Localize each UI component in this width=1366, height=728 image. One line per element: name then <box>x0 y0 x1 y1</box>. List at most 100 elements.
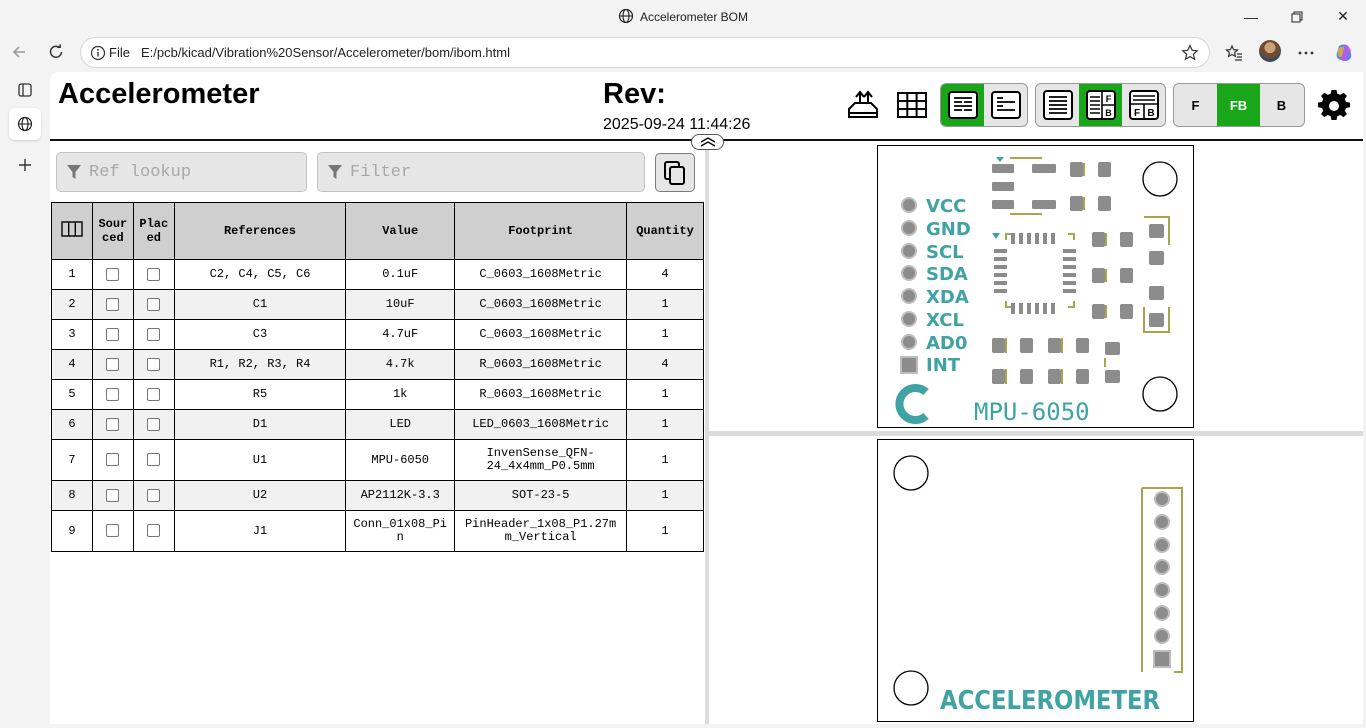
row-number: 9 <box>51 510 93 552</box>
sourced-header-line1: Sour <box>98 217 128 231</box>
ibom-topbar: Accelerometer Rev: 2025-09-24 11:44:26 F… <box>50 72 1363 141</box>
footprint-cell: R_0603_1608Metric <box>454 379 628 410</box>
sourced-header[interactable]: Sour ced <box>91 202 134 260</box>
pin-pads <box>900 197 918 374</box>
sourced-checkbox[interactable] <box>106 357 120 371</box>
filter-input[interactable]: Filter <box>317 152 645 192</box>
table-row[interactable]: 7 U1 MPU-6050 InvenSense_QFN- 24_4x4mm_P0… <box>51 439 704 481</box>
maximize-button[interactable] <box>1274 0 1320 33</box>
bom-ungrouped-button[interactable] <box>984 84 1027 126</box>
value-cell: 4.7k <box>345 349 456 380</box>
mounting-hole <box>893 455 929 491</box>
value-cell: Conn_01x08_Pi n <box>345 510 456 552</box>
placed-cell <box>132 259 175 290</box>
footprint-line: PinHeader_1x08_P1.27m <box>464 517 617 531</box>
layout-bom-top-button[interactable]: FB <box>1122 84 1165 126</box>
horizontal-splitter[interactable] <box>709 431 1363 436</box>
ungrouped-list-icon <box>990 91 1021 119</box>
settings-button[interactable] <box>1314 86 1354 126</box>
sourced-checkbox[interactable] <box>106 453 120 467</box>
value-header[interactable]: Value <box>345 202 456 260</box>
tab-actions-icon[interactable] <box>9 74 41 106</box>
table-row[interactable]: 5 R5 1k R_0603_1608Metric 1 <box>51 379 704 410</box>
placed-checkbox[interactable] <box>147 327 161 341</box>
filter-funnel-icon <box>67 165 81 179</box>
sourced-checkbox[interactable] <box>106 417 120 431</box>
sourced-checkbox[interactable] <box>106 267 120 281</box>
pin-label: VCC <box>926 196 966 217</box>
favorites-icon[interactable] <box>1222 41 1246 65</box>
table-row[interactable]: 8 U2 AP2112K-3.3 SOT-23-5 1 <box>51 480 704 511</box>
table-row[interactable]: 1 C2, C4, C5, C6 0.1uF C_0603_1608Metric… <box>51 259 704 290</box>
sourced-cell <box>91 510 134 552</box>
column-settings-header[interactable] <box>51 202 93 260</box>
favorite-star-icon[interactable] <box>1180 43 1200 68</box>
svg-text:B: B <box>1147 108 1154 119</box>
footprint-cell: C_0603_1608Metric <box>454 319 628 350</box>
sourced-checkbox[interactable] <box>106 488 120 502</box>
references-header[interactable]: References <box>173 202 347 260</box>
placed-checkbox[interactable] <box>147 524 161 538</box>
placed-checkbox[interactable] <box>147 297 161 311</box>
placed-checkbox[interactable] <box>147 453 161 467</box>
mounting-hole <box>1142 161 1178 197</box>
collapse-topbar-button[interactable] <box>691 134 724 150</box>
board-export-icon <box>848 90 878 118</box>
footprint-cell: C_0603_1608Metric <box>454 259 628 290</box>
footprint-line: m_Vertical <box>504 530 577 544</box>
placed-checkbox[interactable] <box>147 488 161 502</box>
placed-checkbox[interactable] <box>147 387 161 401</box>
bom-mode-group <box>940 83 1028 127</box>
references-cell: R5 <box>173 379 347 410</box>
layout-bom-left-button[interactable]: FB <box>1079 84 1122 126</box>
close-button[interactable]: ✕ <box>1320 0 1366 33</box>
save-board-image-button[interactable] <box>843 85 883 125</box>
copy-bom-button[interactable] <box>655 153 695 192</box>
url-text[interactable]: E:/pcb/kicad/Vibration%20Sensor/Accelero… <box>141 45 510 60</box>
minimize-button[interactable]: — <box>1228 0 1274 33</box>
value-cell: MPU-6050 <box>345 439 456 481</box>
table-row[interactable]: 3 C3 4.7uF C_0603_1608Metric 1 <box>51 319 704 350</box>
table-row[interactable]: 2 C1 10uF C_0603_1608Metric 1 <box>51 289 704 320</box>
sourced-checkbox[interactable] <box>106 297 120 311</box>
board-silk-text: MPU-6050 <box>974 398 1090 426</box>
profile-avatar[interactable] <box>1259 40 1281 62</box>
header-j1-pads <box>1141 487 1183 673</box>
reload-button[interactable] <box>41 37 71 67</box>
layout-bom-only-button[interactable] <box>1036 84 1079 126</box>
address-bar[interactable]: File E:/pcb/kicad/Vibration%20Sensor/Acc… <box>80 37 1210 68</box>
table-row[interactable]: 6 D1 LED LED_0603_1608Metric 1 <box>51 409 704 440</box>
info-icon[interactable] <box>90 45 106 66</box>
new-tab-button[interactable] <box>9 149 41 181</box>
table-row[interactable]: 9 J1 Conn_01x08_Pi n PinHeader_1x08_P1.27… <box>51 510 704 552</box>
window-title-text: Accelerometer BOM <box>639 10 749 24</box>
quantity-header[interactable]: Quantity <box>626 202 704 260</box>
front-board-canvas[interactable]: VCC GND SCL SDA XDA XCL AD0 INT MPU-6050 <box>877 145 1194 428</box>
quantity-cell: 1 <box>626 480 704 511</box>
more-menu-icon[interactable] <box>1294 41 1318 65</box>
grid-toggle-button[interactable] <box>892 85 932 125</box>
bom-grouped-button[interactable] <box>941 84 984 126</box>
layer-front-button[interactable]: F <box>1174 84 1217 126</box>
sourced-checkbox[interactable] <box>106 387 120 401</box>
back-board-canvas[interactable]: ACCELEROMETER <box>877 439 1194 722</box>
references-cell: J1 <box>173 510 347 552</box>
sourced-checkbox[interactable] <box>106 327 120 341</box>
layer-back-button[interactable]: B <box>1260 84 1303 126</box>
pcb-title: Accelerometer <box>58 78 260 110</box>
revision-label: Rev: <box>603 78 666 110</box>
placed-checkbox[interactable] <box>147 267 161 281</box>
copilot-icon[interactable] <box>1332 41 1356 65</box>
footprint-header[interactable]: Footprint <box>454 202 628 260</box>
tab-accelerometer-bom[interactable] <box>9 108 41 140</box>
close-icon: ✕ <box>1337 8 1349 24</box>
table-row[interactable]: 4 R1, R2, R3, R4 4.7k R_0603_1608Metric … <box>51 349 704 380</box>
back-button[interactable] <box>4 37 34 67</box>
placed-header[interactable]: Plac ed <box>132 202 175 260</box>
sourced-checkbox[interactable] <box>106 524 120 538</box>
pin-label: SCL <box>926 242 964 263</box>
placed-checkbox[interactable] <box>147 417 161 431</box>
placed-checkbox[interactable] <box>147 357 161 371</box>
layer-front-back-button[interactable]: FB <box>1217 84 1260 126</box>
ref-lookup-input[interactable]: Ref lookup <box>56 152 307 192</box>
